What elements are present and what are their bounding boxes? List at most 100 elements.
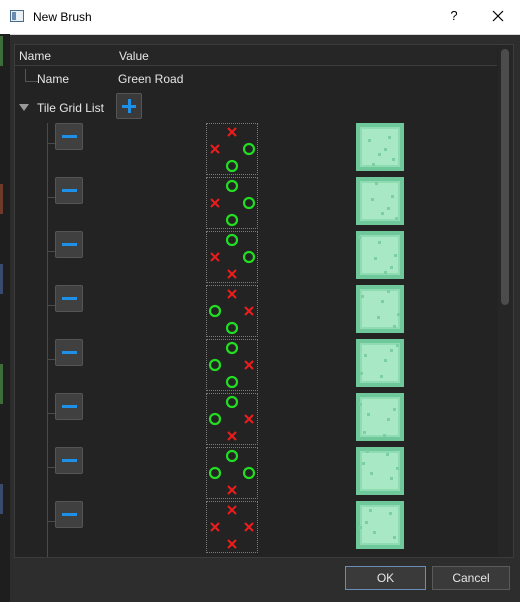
triangle-down-icon[interactable] — [19, 104, 29, 111]
red-x-icon[interactable] — [241, 357, 257, 373]
empty-cell[interactable] — [224, 141, 240, 157]
green-circle-icon[interactable] — [224, 158, 240, 174]
remove-tile-grid-button[interactable] — [55, 231, 83, 258]
empty-cell[interactable] — [241, 428, 257, 444]
remove-tile-grid-button[interactable] — [55, 123, 83, 150]
empty-cell[interactable] — [241, 320, 257, 336]
green-circle-icon[interactable] — [224, 320, 240, 336]
empty-cell[interactable] — [241, 178, 257, 194]
green-circle-icon[interactable] — [241, 141, 257, 157]
red-x-icon[interactable] — [224, 482, 240, 498]
red-x-icon[interactable] — [207, 249, 223, 265]
neighbor-rule-grid[interactable] — [206, 447, 258, 499]
empty-cell[interactable] — [241, 232, 257, 248]
empty-cell[interactable] — [241, 502, 257, 518]
green-circle-icon[interactable] — [241, 249, 257, 265]
empty-cell[interactable] — [207, 286, 223, 302]
remove-tile-grid-button[interactable] — [55, 447, 83, 474]
empty-cell[interactable] — [207, 394, 223, 410]
column-header-name[interactable]: Name — [19, 49, 51, 63]
empty-cell[interactable] — [224, 249, 240, 265]
empty-cell[interactable] — [241, 124, 257, 140]
empty-cell[interactable] — [207, 212, 223, 228]
green-circle-icon[interactable] — [224, 178, 240, 194]
red-x-icon[interactable] — [207, 141, 223, 157]
empty-cell[interactable] — [241, 448, 257, 464]
green-circle-icon[interactable] — [224, 212, 240, 228]
empty-cell[interactable] — [207, 158, 223, 174]
remove-tile-grid-button[interactable] — [55, 177, 83, 204]
empty-cell[interactable] — [207, 232, 223, 248]
neighbor-rule-grid[interactable] — [206, 123, 258, 175]
red-x-icon[interactable] — [224, 124, 240, 140]
red-x-icon[interactable] — [224, 428, 240, 444]
empty-cell[interactable] — [241, 158, 257, 174]
green-circle-icon[interactable] — [241, 195, 257, 211]
empty-cell[interactable] — [224, 411, 240, 427]
empty-cell[interactable] — [207, 124, 223, 140]
red-x-icon[interactable] — [224, 502, 240, 518]
add-tile-grid-button[interactable] — [116, 93, 142, 119]
green-circle-icon[interactable] — [207, 411, 223, 427]
green-circle-icon[interactable] — [241, 465, 257, 481]
neighbor-rule-grid[interactable] — [206, 177, 258, 229]
column-header-value[interactable]: Value — [119, 49, 149, 63]
empty-cell[interactable] — [241, 394, 257, 410]
remove-tile-grid-button[interactable] — [55, 393, 83, 420]
remove-tile-grid-button[interactable] — [55, 501, 83, 528]
close-button[interactable] — [488, 6, 508, 26]
red-x-icon[interactable] — [207, 195, 223, 211]
empty-cell[interactable] — [207, 374, 223, 390]
empty-cell[interactable] — [207, 266, 223, 282]
property-tree[interactable]: Name Value Name Green Road Tile Grid Lis… — [14, 44, 514, 558]
cancel-button[interactable]: Cancel — [432, 566, 510, 590]
red-x-icon[interactable] — [224, 536, 240, 552]
empty-cell[interactable] — [207, 482, 223, 498]
neighbor-rule-grid[interactable] — [206, 285, 258, 337]
empty-cell[interactable] — [241, 482, 257, 498]
empty-cell[interactable] — [207, 448, 223, 464]
empty-cell[interactable] — [241, 340, 257, 356]
red-x-icon[interactable] — [224, 286, 240, 302]
green-circle-icon[interactable] — [224, 232, 240, 248]
scrollbar-thumb[interactable] — [501, 49, 509, 305]
red-x-icon[interactable] — [241, 411, 257, 427]
neighbor-rule-grid[interactable] — [206, 339, 258, 391]
empty-cell[interactable] — [207, 428, 223, 444]
neighbor-rule-grid[interactable] — [206, 231, 258, 283]
empty-cell[interactable] — [207, 536, 223, 552]
tile-grid-list-row[interactable]: Tile Grid List — [15, 93, 497, 121]
ok-button[interactable]: OK — [345, 566, 426, 590]
empty-cell[interactable] — [241, 266, 257, 282]
empty-cell[interactable] — [207, 340, 223, 356]
empty-cell[interactable] — [207, 178, 223, 194]
green-circle-icon[interactable] — [207, 465, 223, 481]
empty-cell[interactable] — [241, 374, 257, 390]
vertical-scrollbar[interactable] — [498, 45, 513, 557]
green-circle-icon[interactable] — [224, 394, 240, 410]
remove-tile-grid-button[interactable] — [55, 339, 83, 366]
empty-cell[interactable] — [224, 357, 240, 373]
empty-cell[interactable] — [224, 465, 240, 481]
empty-cell[interactable] — [224, 195, 240, 211]
green-circle-icon[interactable] — [207, 303, 223, 319]
red-x-icon[interactable] — [207, 519, 223, 535]
remove-tile-grid-button[interactable] — [55, 285, 83, 312]
empty-cell[interactable] — [224, 303, 240, 319]
green-circle-icon[interactable] — [224, 448, 240, 464]
neighbor-rule-grid[interactable] — [206, 393, 258, 445]
empty-cell[interactable] — [241, 536, 257, 552]
name-row[interactable]: Name Green Road — [15, 67, 497, 91]
green-circle-icon[interactable] — [224, 374, 240, 390]
empty-cell[interactable] — [241, 286, 257, 302]
green-circle-icon[interactable] — [207, 357, 223, 373]
empty-cell[interactable] — [207, 502, 223, 518]
red-x-icon[interactable] — [224, 266, 240, 282]
help-button[interactable]: ? — [446, 8, 462, 26]
name-value[interactable]: Green Road — [118, 72, 183, 86]
red-x-icon[interactable] — [241, 519, 257, 535]
empty-cell[interactable] — [224, 519, 240, 535]
empty-cell[interactable] — [207, 320, 223, 336]
empty-cell[interactable] — [241, 212, 257, 228]
neighbor-rule-grid[interactable] — [206, 501, 258, 553]
